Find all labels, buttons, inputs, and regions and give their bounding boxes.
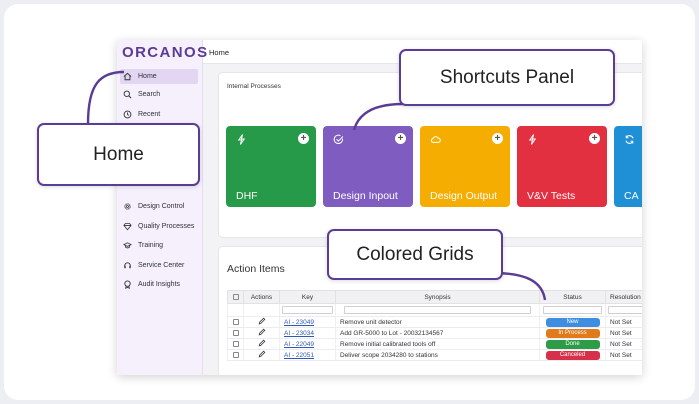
colored-grids-callout: Colored Grids xyxy=(327,229,503,280)
grids-connector xyxy=(497,271,547,301)
shortcuts-connector xyxy=(352,102,404,131)
screenshot-frame: ORCANOS Home Search Recent Design Contro… xyxy=(4,4,695,400)
home-callout: Home xyxy=(37,123,200,186)
shortcuts-panel-callout: Shortcuts Panel xyxy=(399,49,615,106)
home-connector xyxy=(86,70,125,125)
